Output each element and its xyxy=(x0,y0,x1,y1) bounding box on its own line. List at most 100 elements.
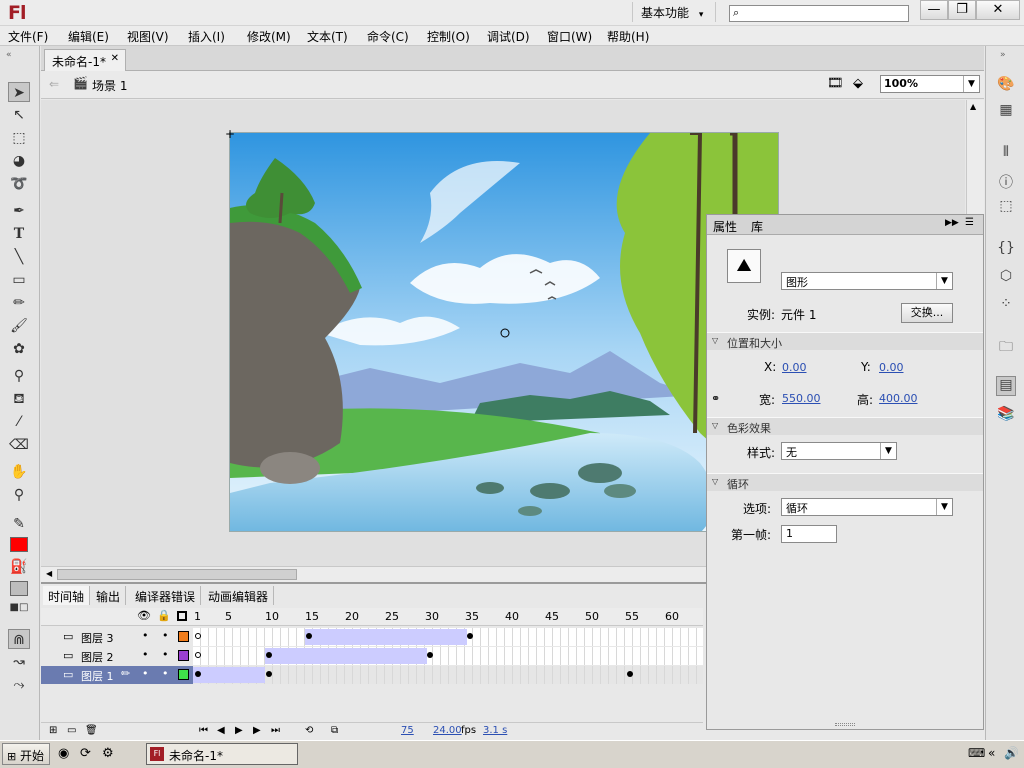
color-style-select[interactable]: 无 ▼ xyxy=(781,442,897,460)
subselection-tool-icon[interactable]: ↖ xyxy=(8,105,30,125)
menu-help[interactable]: 帮助(H) xyxy=(607,28,649,45)
layer-row-2[interactable]: ▭ 图层 2 • • xyxy=(41,647,193,665)
fill-color-swatch[interactable] xyxy=(10,581,28,596)
zoom-select[interactable]: 100% ▼ xyxy=(880,75,980,93)
layer-row-3[interactable]: ▭ 图层 3 • • xyxy=(41,628,193,646)
settings-icon[interactable]: ⚙ xyxy=(102,746,114,761)
motion-presets-icon[interactable]: ⁘ xyxy=(996,296,1016,316)
visibility-dot[interactable]: • xyxy=(142,629,149,642)
layer-name[interactable]: 图层 2 xyxy=(81,649,114,665)
text-tool-icon[interactable]: T xyxy=(8,224,30,244)
straighten-icon[interactable]: ⤳ xyxy=(8,675,30,695)
keyframe[interactable] xyxy=(427,652,433,658)
layer-name[interactable]: 图层 1 xyxy=(81,668,114,684)
keyframe[interactable] xyxy=(195,671,201,677)
layer-row-1[interactable]: ▭ 图层 1 ✏ • • xyxy=(41,666,193,684)
bone-tool-icon[interactable]: ⚲ xyxy=(8,366,30,386)
layer-color-swatch[interactable] xyxy=(178,669,189,680)
transform-icon[interactable]: ⬚ xyxy=(996,198,1016,218)
x-value[interactable]: 0.00 xyxy=(782,361,807,374)
new-layer-icon[interactable]: ⊞ xyxy=(49,725,57,736)
stroke-color-icon[interactable]: ✎ xyxy=(8,514,30,534)
selection-tool-icon[interactable]: ➤ xyxy=(8,82,30,102)
tab-properties[interactable]: 属性 xyxy=(713,218,737,235)
tab-compiler-errors[interactable]: 编译器错误 xyxy=(130,586,202,605)
onion-skin-icon[interactable]: ⧉ xyxy=(331,725,338,736)
color-palette-icon[interactable]: 🎨 xyxy=(996,76,1016,96)
brush-tool-icon[interactable]: 🖌 xyxy=(8,316,30,336)
frame-rate[interactable]: 24.00 xyxy=(433,725,462,736)
stroke-color-swatch[interactable] xyxy=(10,537,28,552)
volume-icon[interactable]: 🔊 xyxy=(1004,746,1019,760)
collapse-icon[interactable]: « xyxy=(6,50,12,60)
scroll-left-icon[interactable]: ◀ xyxy=(46,569,52,578)
code-snippets-icon[interactable]: {} xyxy=(996,240,1016,260)
zoom-tool-icon[interactable]: ⚲ xyxy=(8,485,30,505)
loop-options-select[interactable]: 循环 ▼ xyxy=(781,498,953,516)
properties-panel-icon[interactable]: ▤ xyxy=(996,376,1016,396)
section-position-size[interactable]: ▽ 位置和大小 xyxy=(707,332,983,350)
help-search-input[interactable]: ⌕ xyxy=(729,5,909,22)
rectangle-tool-icon[interactable]: ▭ xyxy=(8,270,30,290)
prev-frame-icon[interactable]: ◀ xyxy=(217,725,225,736)
menu-view[interactable]: 视图(V) xyxy=(127,28,169,45)
media-player-icon[interactable]: ◉ xyxy=(58,746,69,761)
layer-color-swatch[interactable] xyxy=(178,631,189,642)
close-button[interactable]: ✕ xyxy=(976,0,1020,20)
keyframe[interactable] xyxy=(195,652,201,658)
pencil-tool-icon[interactable]: ✏ xyxy=(8,293,30,313)
lock-dot[interactable]: • xyxy=(162,648,169,661)
swap-button[interactable]: 交换... xyxy=(901,303,953,323)
tab-output[interactable]: 输出 xyxy=(91,586,127,605)
eyedropper-tool-icon[interactable]: ⁄ xyxy=(8,412,30,432)
scroll-thumb[interactable] xyxy=(57,569,297,580)
keyframe[interactable] xyxy=(627,671,633,677)
keyframe[interactable] xyxy=(266,671,272,677)
menu-debug[interactable]: 调试(D) xyxy=(487,28,530,45)
frames-layer-1[interactable] xyxy=(193,666,703,684)
info-icon[interactable]: ⓘ xyxy=(996,172,1016,192)
loop-icon[interactable]: ⟲ xyxy=(305,725,313,736)
menu-text[interactable]: 文本(T) xyxy=(307,28,348,45)
menu-insert[interactable]: 插入(I) xyxy=(188,28,225,45)
tab-timeline[interactable]: 时间轴 xyxy=(43,586,91,605)
resize-grip[interactable] xyxy=(835,723,855,726)
keyboard-icon[interactable]: ⌨ xyxy=(968,746,985,760)
keyframe[interactable] xyxy=(306,633,312,639)
tab-motion-editor[interactable]: 动画编辑器 xyxy=(203,586,275,605)
tray-expand-icon[interactable]: « xyxy=(988,746,995,760)
lock-dot[interactable]: • xyxy=(162,667,169,680)
menu-commands[interactable]: 命令(C) xyxy=(367,28,409,45)
menu-window[interactable]: 窗口(W) xyxy=(547,28,592,45)
section-loop[interactable]: ▽ 循环 xyxy=(707,473,983,491)
eraser-tool-icon[interactable]: ⌫ xyxy=(8,435,30,455)
edit-scene-icon[interactable]: 🎞 xyxy=(827,76,844,91)
pen-tool-icon[interactable]: ✒ xyxy=(8,201,30,221)
motion-tween[interactable] xyxy=(305,629,467,645)
swap-colors-icon[interactable]: ■□ xyxy=(8,598,30,618)
y-value[interactable]: 0.00 xyxy=(879,361,904,374)
landscape-artwork[interactable] xyxy=(230,133,779,532)
edit-symbols-icon[interactable]: ⬙ xyxy=(853,76,863,91)
line-tool-icon[interactable]: ╲ xyxy=(8,247,30,267)
collapse-icon[interactable]: » xyxy=(1000,50,1006,60)
menu-file[interactable]: 文件(F) xyxy=(8,28,48,45)
keyframe[interactable] xyxy=(195,633,201,639)
close-icon[interactable]: ✕ xyxy=(111,53,119,64)
lock-icon[interactable]: 🔒 xyxy=(157,609,171,622)
scroll-up-icon[interactable]: ▲ xyxy=(970,102,976,111)
components-icon[interactable]: ⬡ xyxy=(996,268,1016,288)
section-color-effect[interactable]: ▽ 色彩效果 xyxy=(707,417,983,435)
menu-edit[interactable]: 编辑(E) xyxy=(68,28,109,45)
library-panel-icon[interactable]: 📚 xyxy=(996,406,1016,426)
smooth-icon[interactable]: ↝ xyxy=(8,652,30,672)
height-value[interactable]: 400.00 xyxy=(879,392,918,405)
browser-icon[interactable]: ⟳ xyxy=(80,746,91,761)
visibility-dot[interactable]: • xyxy=(142,648,149,661)
first-frame-input[interactable]: 1 xyxy=(781,525,837,543)
deco-tool-icon[interactable]: ✿ xyxy=(8,339,30,359)
frames-layer-3[interactable] xyxy=(193,628,703,646)
align-icon[interactable]: ⫴ xyxy=(996,144,1016,164)
lock-dot[interactable]: • xyxy=(162,629,169,642)
panel-menu-icon[interactable]: ☰ xyxy=(965,217,974,228)
